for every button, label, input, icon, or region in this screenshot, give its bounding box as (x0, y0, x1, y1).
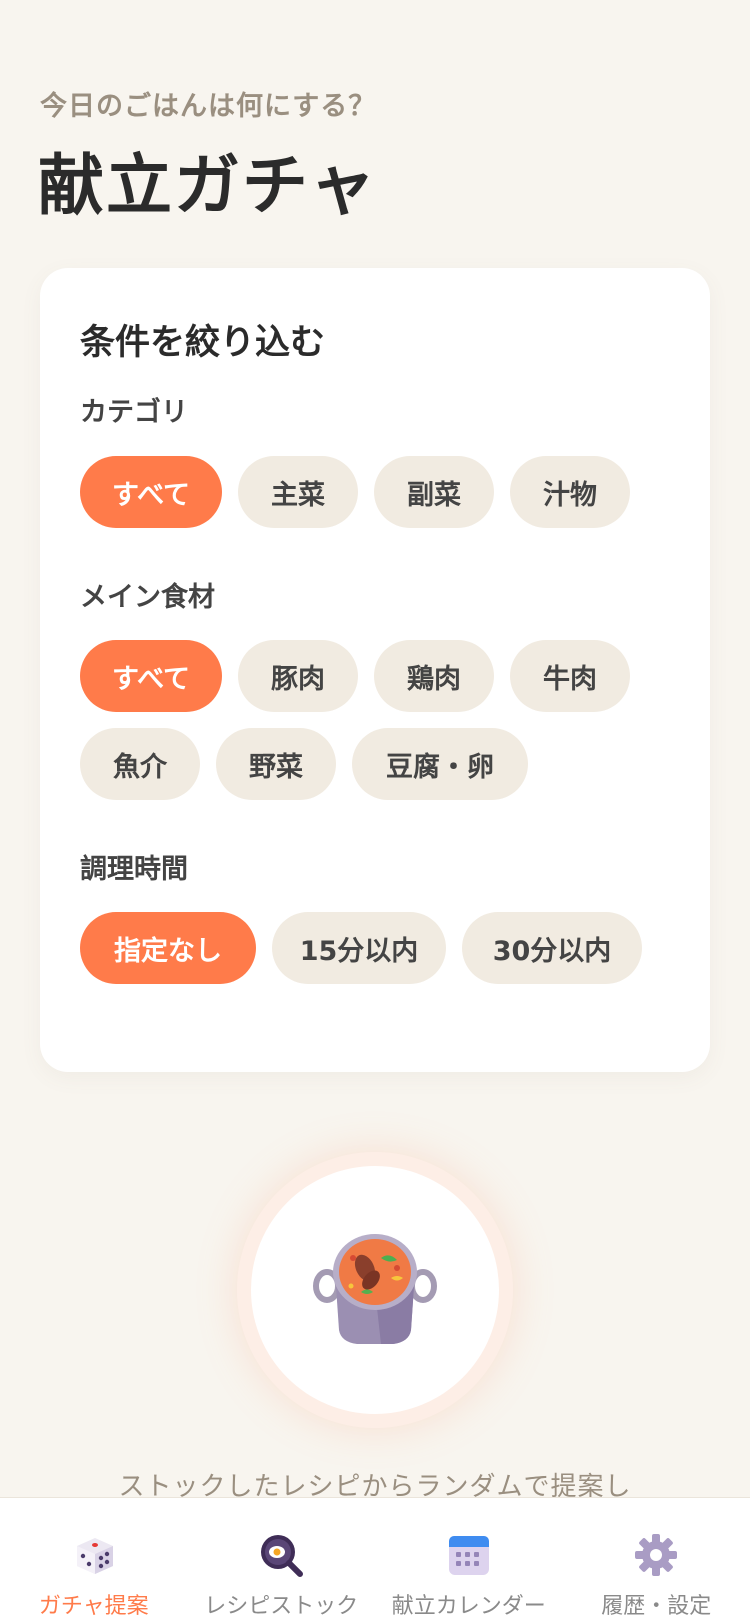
filter-card: 条件を絞り込む カテゴリ すべて 主菜 副菜 汁物 メイン食材 すべて 豚肉 鶏… (40, 268, 710, 1072)
calendar-icon (448, 1536, 489, 1575)
cooking-time-label: 調理時間 (80, 854, 188, 885)
gear-icon (635, 1534, 678, 1576)
category-chip-all[interactable]: すべて (80, 456, 222, 528)
ingredient-chip-all[interactable]: すべて (80, 640, 222, 712)
time-chip-15-min[interactable]: 15分以内 (272, 912, 446, 984)
stew-pot-icon (313, 1234, 437, 1344)
category-chips: すべて 主菜 副菜 汁物 (80, 456, 630, 528)
time-chip-30-min[interactable]: 30分以内 (462, 912, 642, 984)
time-chip-any[interactable]: 指定なし (80, 912, 256, 984)
category-chip-soup[interactable]: 汁物 (510, 456, 630, 528)
main-ingredient-label: メイン食材 (80, 582, 215, 613)
tab-history-settings-label: 履歴・設定 (601, 1594, 712, 1619)
gacha-button-inner (251, 1166, 499, 1414)
category-chip-main-dish[interactable]: 主菜 (238, 456, 358, 528)
tab-recipe-stock-label: レシピストック (204, 1594, 359, 1619)
tab-history-settings[interactable]: 履歴・設定 (563, 1498, 750, 1624)
tab-menu-calendar[interactable]: 献立カレンダー (375, 1498, 563, 1624)
tab-gacha-label: ガチャ提案 (38, 1594, 149, 1619)
gacha-button[interactable] (237, 1152, 513, 1428)
app-screen: 今日のごはんは何にする？ 献立ガチャ 条件を絞り込む カテゴリ すべて 主菜 副… (0, 0, 750, 1624)
bottom-tab-bar: ガチャ提案 レシピストック 献立カレンダー 履歴・設定 (0, 1497, 750, 1624)
ingredient-chip-beef[interactable]: 牛肉 (510, 640, 630, 712)
main-ingredient-chips-row-2: 魚介 野菜 豆腐・卵 (80, 728, 528, 800)
ingredient-chip-chicken[interactable]: 鶏肉 (374, 640, 494, 712)
ingredient-chip-pork[interactable]: 豚肉 (238, 640, 358, 712)
filter-card-title: 条件を絞り込む (80, 323, 326, 363)
dice-icon (76, 1538, 113, 1574)
ingredient-chip-vegetables[interactable]: 野菜 (216, 728, 336, 800)
tab-recipe-stock[interactable]: レシピストック (188, 1498, 376, 1624)
cooking-time-chips: 指定なし 15分以内 30分以内 (80, 912, 642, 984)
category-chip-side-dish[interactable]: 副菜 (374, 456, 494, 528)
category-label: カテゴリ (80, 397, 188, 428)
main-ingredient-chips-row-1: すべて 豚肉 鶏肉 牛肉 (80, 640, 630, 712)
page-subtitle: 今日のごはんは何にする？ (40, 91, 377, 122)
tab-menu-calendar-label: 献立カレンダー (391, 1594, 546, 1619)
ingredient-chip-seafood[interactable]: 魚介 (80, 728, 200, 800)
tab-gacha[interactable]: ガチャ提案 (0, 1498, 188, 1624)
frying-pan-icon (261, 1535, 304, 1577)
ingredient-chip-tofu-egg[interactable]: 豆腐・卵 (352, 728, 528, 800)
page-title: 献立ガチャ (38, 147, 378, 224)
